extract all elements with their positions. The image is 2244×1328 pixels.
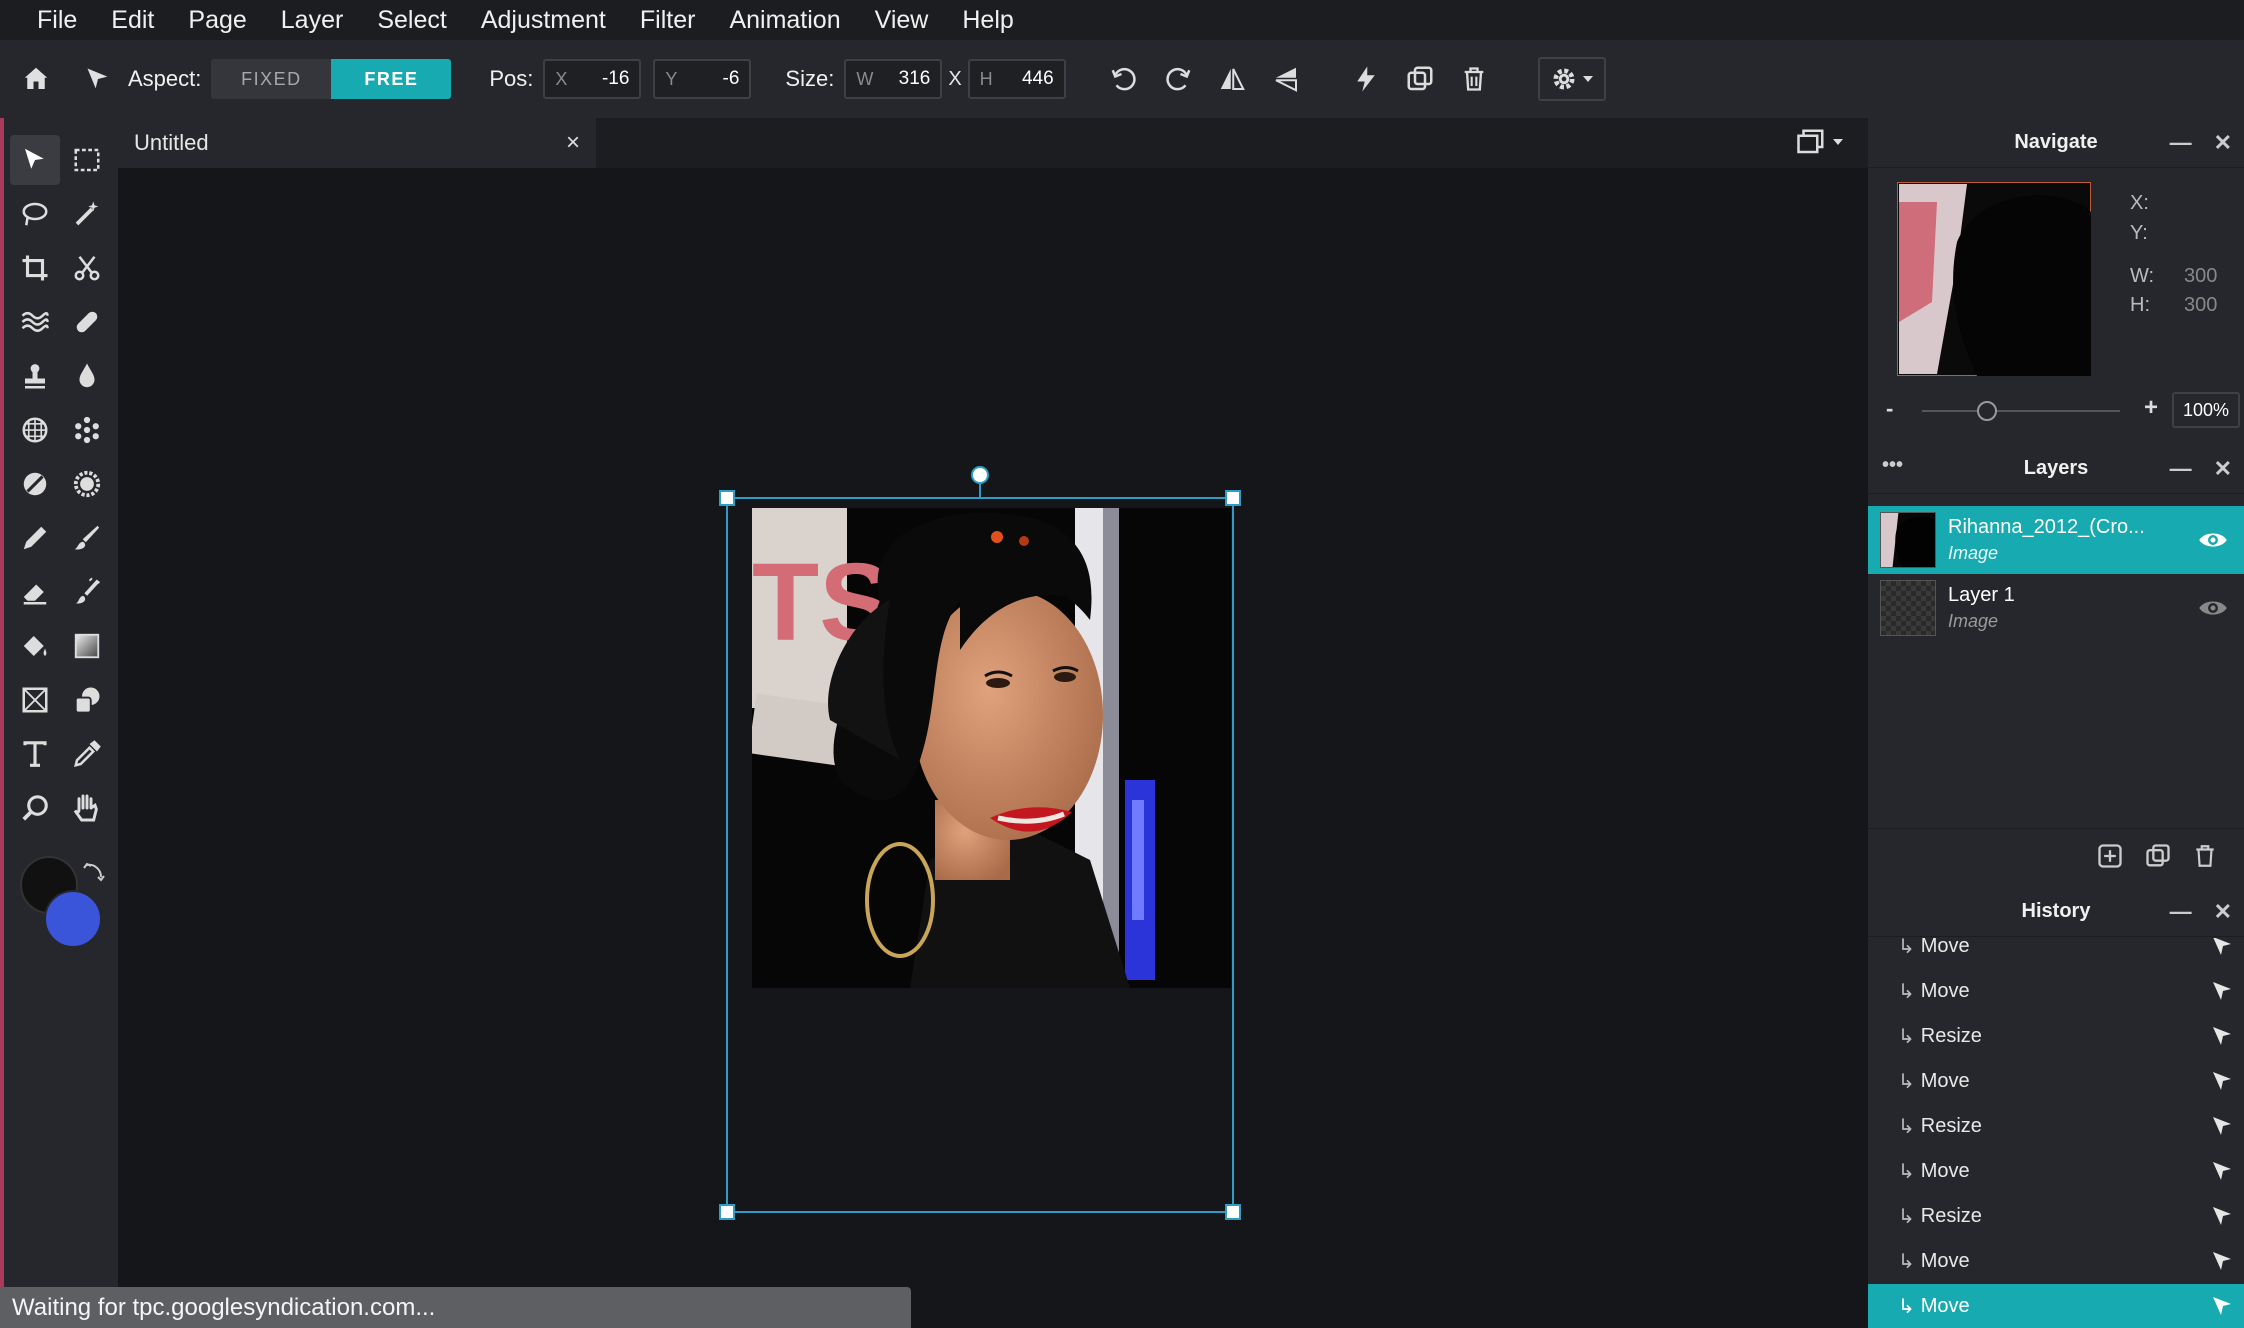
- browser-status-bar: Waiting for tpc.googlesyndication.com...: [0, 1287, 911, 1328]
- history-item[interactable]: ↳ Move: [1868, 938, 2244, 969]
- history-item[interactable]: ↳ Move: [1868, 1149, 2244, 1194]
- navigate-header: Navigate — ✕: [1868, 118, 2244, 168]
- layers-title: Layers: [2023, 457, 2089, 479]
- history-item[interactable]: ↳ Move: [1868, 1059, 2244, 1104]
- navigate-h-value: 300: [2184, 294, 2218, 316]
- history-item-label: Move: [1920, 1070, 1970, 1092]
- history-item[interactable]: ↳ Resize: [1868, 1104, 2244, 1149]
- navigate-x-label: X:: [2130, 192, 2149, 214]
- history-item-label: Resize: [1920, 1025, 1982, 1047]
- pointer-icon: [2213, 938, 2231, 955]
- close-icon[interactable]: ✕: [2214, 899, 2232, 925]
- history-item-label: Move: [1920, 1160, 1970, 1182]
- photo-image[interactable]: TS: [748, 508, 1231, 988]
- history-item-label: Move: [1920, 1250, 1970, 1272]
- layer-row-selected[interactable]: Rihanna_2012_(Cro... Image: [1868, 506, 2244, 574]
- navigate-title: Navigate: [2014, 131, 2098, 153]
- pointer-icon: [2213, 1252, 2231, 1270]
- right-panel: Navigate — ✕ X: Y: W: 300 H: 300 - + 100%…: [1868, 118, 2244, 1328]
- layer-type: Image: [1948, 543, 1999, 563]
- resize-handle-top-right[interactable]: [1225, 490, 1241, 506]
- add-layer-icon[interactable]: [2096, 842, 2124, 870]
- minimize-icon[interactable]: —: [2170, 130, 2192, 156]
- history-item[interactable]: ↳ Move: [1868, 969, 2244, 1014]
- navigate-thumbnail[interactable]: [1897, 182, 2091, 376]
- layers-divider: [1868, 828, 2244, 829]
- rotate-handle[interactable]: [971, 466, 989, 484]
- history-item-label: Move: [1920, 1295, 1970, 1317]
- history-item[interactable]: ↳ Move: [1868, 1239, 2244, 1284]
- layers-header: ••• Layers — ✕: [1868, 444, 2244, 494]
- minimize-icon[interactable]: —: [2170, 456, 2192, 482]
- delete-layer-icon[interactable]: [2192, 842, 2218, 870]
- close-icon[interactable]: ✕: [2214, 456, 2232, 482]
- layer-actions: [2096, 842, 2218, 870]
- resize-handle-bottom-left[interactable]: [719, 1204, 735, 1220]
- pointer-icon: [2213, 1162, 2231, 1180]
- history-item-label: Resize: [1920, 1115, 1982, 1137]
- pointer-icon: [2213, 1207, 2231, 1225]
- duplicate-layer-icon[interactable]: [2144, 842, 2172, 870]
- history-item-label: Resize: [1920, 1205, 1982, 1227]
- layers-menu-icon[interactable]: •••: [1882, 454, 1903, 477]
- history-list: ↳ Move ↳ Move ↳ Resize ↳ Move ↳ Resize ↳ Move …: [1868, 938, 2244, 1328]
- navigate-w-label: W:: [2130, 265, 2155, 287]
- zoom-out-button[interactable]: -: [1886, 396, 1893, 422]
- pointer-icon: [2213, 1117, 2231, 1135]
- history-item[interactable]: ↳ Resize: [1868, 1014, 2244, 1059]
- close-icon[interactable]: ✕: [2214, 130, 2232, 156]
- pointer-icon: [2213, 1072, 2231, 1090]
- eye-icon[interactable]: [2198, 597, 2228, 619]
- pointer-icon: [2213, 1297, 2231, 1315]
- pointer-icon: [2213, 982, 2231, 1000]
- layer-name: Rihanna_2012_(Cro...: [1948, 516, 2145, 538]
- layer-row[interactable]: Layer 1 Image: [1868, 574, 2244, 642]
- history-item-label: Move: [1920, 980, 1970, 1002]
- history-header: History — ✕: [1868, 887, 2244, 937]
- navigate-y-label: Y:: [2130, 222, 2148, 244]
- zoom-level-field[interactable]: 100%: [2172, 392, 2240, 428]
- history-item[interactable]: ↳ Resize: [1868, 1194, 2244, 1239]
- zoom-in-button[interactable]: +: [2144, 394, 2158, 422]
- eye-icon[interactable]: [2198, 529, 2228, 551]
- resize-handle-top-left[interactable]: [719, 490, 735, 506]
- zoom-slider-track[interactable]: [1922, 410, 2120, 412]
- layer-thumbnail: [1880, 580, 1936, 636]
- history-item-label: Move: [1920, 938, 1970, 957]
- pointer-icon: [2213, 1027, 2231, 1045]
- layer-type: Image: [1948, 611, 1999, 631]
- layer-thumbnail: [1880, 512, 1936, 568]
- zoom-slider-thumb[interactable]: [1977, 401, 1998, 421]
- history-title: History: [2021, 900, 2091, 922]
- minimize-icon[interactable]: —: [2170, 899, 2192, 925]
- history-item-current[interactable]: ↳ Move: [1868, 1284, 2244, 1328]
- navigate-h-label: H:: [2130, 294, 2150, 316]
- navigate-w-value: 300: [2184, 265, 2218, 287]
- resize-handle-bottom-right[interactable]: [1225, 1204, 1241, 1220]
- layer-name: Layer 1: [1948, 584, 2015, 606]
- canvas-artwork: TS: [719, 466, 1241, 1220]
